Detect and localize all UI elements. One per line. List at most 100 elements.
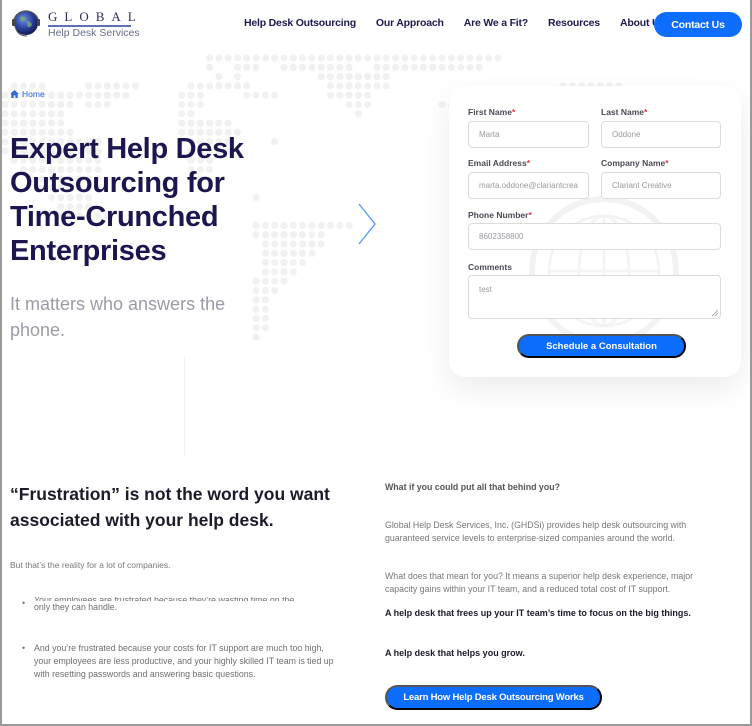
hero-subtitle: It matters who answers the phone. <box>10 294 226 340</box>
map-dot <box>57 119 65 127</box>
map-dot <box>66 100 74 109</box>
map-dot <box>280 63 288 71</box>
map-dot <box>466 54 474 62</box>
map-dot <box>252 91 260 99</box>
schedule-consultation-button[interactable]: Schedule a Consultation <box>517 334 686 358</box>
map-dot <box>326 82 335 90</box>
map-dot <box>252 296 260 304</box>
map-dot <box>85 91 93 99</box>
nav-resources[interactable]: Resources <box>548 17 600 29</box>
map-dot <box>20 100 28 109</box>
map-dot <box>261 54 269 62</box>
chevron-right-icon[interactable] <box>356 202 378 246</box>
map-dot <box>2 128 9 136</box>
learn-how-button[interactable]: Learn How Help Desk Outsourcing Works <box>385 685 602 710</box>
map-dot <box>429 63 437 71</box>
list-item-clipped-line: Your employees are frustrated because th… <box>34 597 342 601</box>
map-dot <box>308 63 316 71</box>
map-dot <box>345 82 353 90</box>
map-dot <box>289 221 297 229</box>
map-dot <box>206 63 214 71</box>
map-dot <box>289 249 297 257</box>
map-dot <box>103 100 111 109</box>
map-dot <box>187 82 195 90</box>
email-input[interactable]: marta.oddone@clariantcrea <box>468 172 589 199</box>
map-dot <box>206 82 214 90</box>
map-dot <box>345 221 353 229</box>
map-dot <box>438 54 446 62</box>
map-dot <box>47 110 56 118</box>
comments-textarea[interactable]: test <box>468 275 721 319</box>
map-dot <box>233 82 242 90</box>
resize-handle-icon[interactable] <box>711 309 718 316</box>
map-dot <box>299 54 307 62</box>
map-dot <box>364 91 372 99</box>
map-dot <box>299 63 307 71</box>
map-dot <box>410 63 418 71</box>
solution-question: What if you could put all that behind yo… <box>385 482 560 492</box>
company-name-label: Company Name* <box>601 158 669 168</box>
map-dot <box>326 221 335 229</box>
map-dot <box>29 100 37 109</box>
main-nav: Help Desk Outsourcing Our Approach Are W… <box>244 17 685 29</box>
map-dot <box>233 63 242 71</box>
map-dot <box>299 249 307 257</box>
map-dot <box>475 54 483 62</box>
map-dot <box>252 286 260 295</box>
map-dot <box>271 91 279 99</box>
map-dot <box>392 63 400 71</box>
map-dot <box>261 277 269 285</box>
map-dot <box>280 268 288 276</box>
map-dot <box>345 91 353 99</box>
logo[interactable]: GLOBAL Help Desk Services <box>10 6 140 40</box>
map-dot <box>196 91 204 99</box>
map-dot <box>47 91 56 99</box>
map-dot <box>224 119 232 127</box>
map-dot <box>345 54 353 62</box>
contact-us-button[interactable]: Contact Us <box>654 12 742 37</box>
list-item: And you’re frustrated because your costs… <box>22 642 342 681</box>
map-dot <box>261 324 269 332</box>
map-dot <box>429 54 437 62</box>
map-dot <box>271 54 279 62</box>
map-dot <box>178 100 186 109</box>
nav-help-desk-outsourcing[interactable]: Help Desk Outsourcing <box>244 17 356 29</box>
map-dot <box>271 277 279 285</box>
map-dot <box>280 277 288 285</box>
map-dot <box>419 63 428 71</box>
map-dot <box>94 91 102 99</box>
map-dot <box>485 54 493 62</box>
map-dot <box>317 221 325 229</box>
comments-value: test <box>479 285 492 294</box>
map-dot <box>438 63 446 71</box>
map-dot <box>187 110 195 118</box>
map-dot <box>94 82 102 90</box>
map-dot <box>308 249 316 257</box>
map-dot <box>187 119 195 127</box>
map-dot <box>57 91 65 99</box>
solution-bold-2: A help desk that helps you grow. <box>385 648 525 658</box>
nav-our-approach[interactable]: Our Approach <box>376 17 444 29</box>
company-name-input[interactable]: Clariant Creative <box>601 172 721 199</box>
map-dot <box>94 100 102 109</box>
map-dot <box>178 119 186 127</box>
comments-label: Comments <box>468 262 512 272</box>
map-dot <box>354 91 362 99</box>
map-dot <box>364 100 372 109</box>
map-dot <box>252 63 260 71</box>
last-name-input[interactable]: Oddone <box>601 121 721 148</box>
breadcrumb-home-link[interactable]: Home <box>22 89 45 99</box>
map-dot <box>280 249 288 257</box>
phone-input[interactable]: 8602358800 <box>468 223 721 250</box>
page: GLOBAL Help Desk Services Help Desk Outs… <box>0 0 752 726</box>
map-dot <box>206 119 214 127</box>
map-dot <box>354 73 362 81</box>
globe-watermark-icon <box>529 196 679 346</box>
map-dot <box>243 82 251 90</box>
nav-are-we-a-fit[interactable]: Are We a Fit? <box>464 17 529 29</box>
map-dot <box>215 54 223 62</box>
map-dot <box>113 82 121 90</box>
first-name-input[interactable]: Marta <box>468 121 589 148</box>
map-dot <box>2 91 9 99</box>
map-dot <box>215 73 223 81</box>
